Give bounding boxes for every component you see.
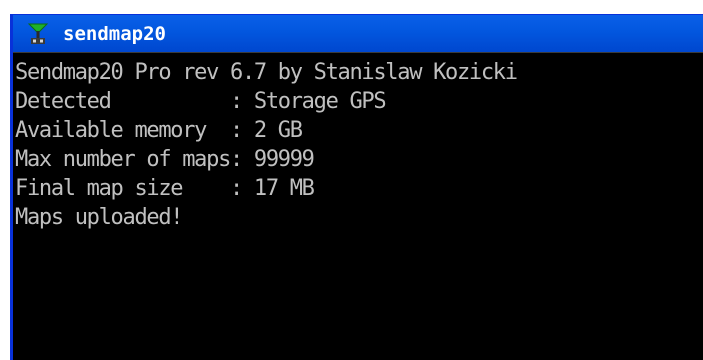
console-window: sendmap20 Sendmap20 Pro rev 6.7 by Stani… <box>10 14 703 360</box>
console-line: Max number of maps: 99999 <box>15 147 315 172</box>
console-line: Available memory : 2 GB <box>15 118 303 143</box>
gps-antenna-icon <box>27 22 49 46</box>
console-line: Final map size : 17 MB <box>15 176 315 201</box>
console-output: Sendmap20 Pro rev 6.7 by Stanislaw Kozic… <box>13 52 703 360</box>
console-line: Maps uploaded! <box>15 205 184 230</box>
console-line: Detected : Storage GPS <box>15 89 387 114</box>
console-line: Sendmap20 Pro rev 6.7 by Stanislaw Kozic… <box>15 60 518 85</box>
window-title: sendmap20 <box>63 22 166 45</box>
title-bar[interactable]: sendmap20 <box>13 15 703 52</box>
